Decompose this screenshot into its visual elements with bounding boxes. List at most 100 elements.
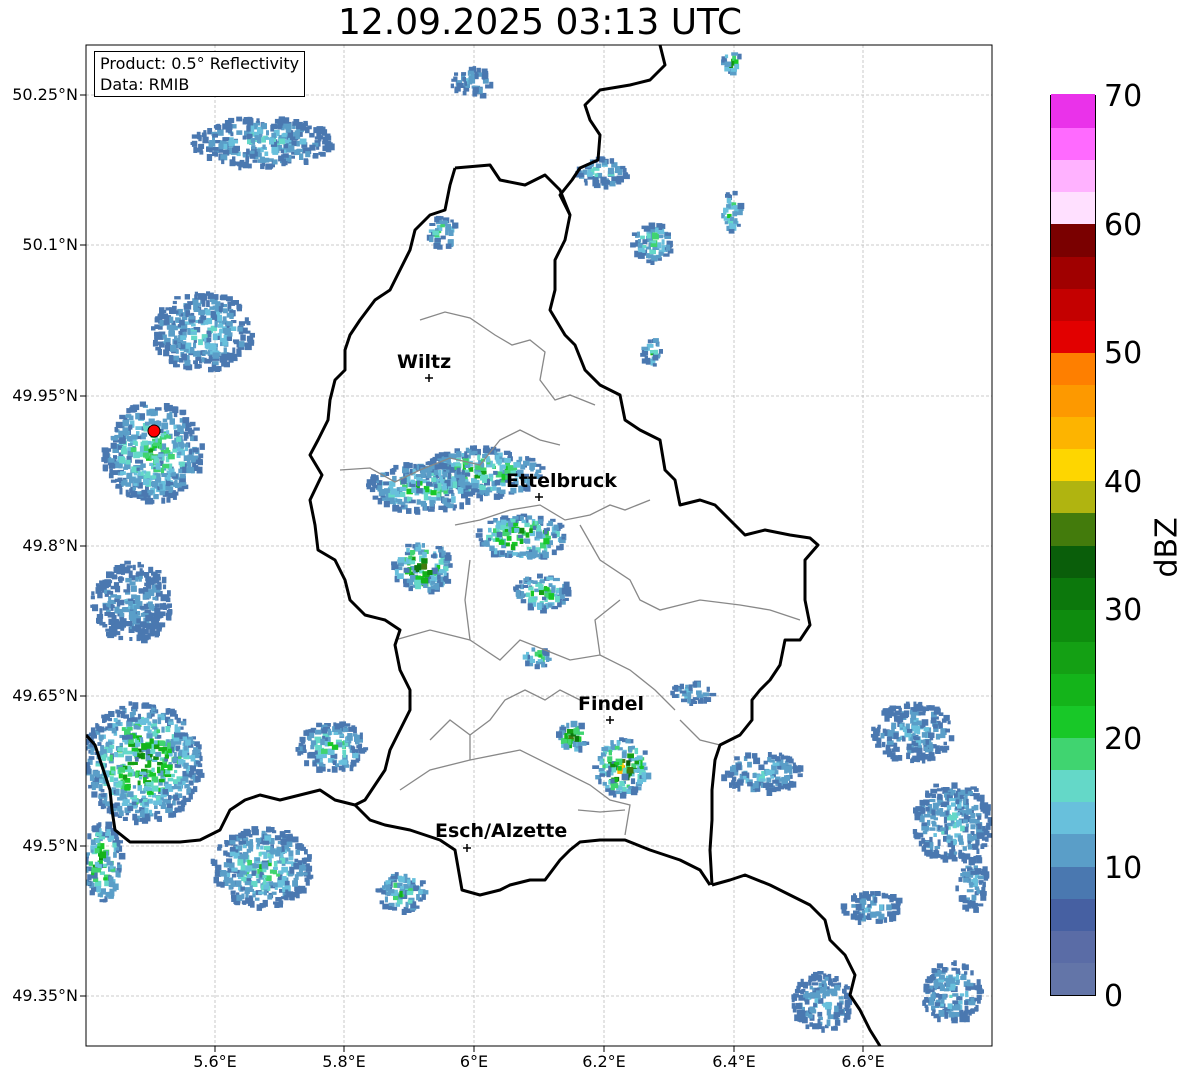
echo-pixel	[123, 466, 128, 470]
echo-pixel	[167, 777, 174, 782]
echo-pixel	[611, 766, 617, 773]
echo-pixel	[198, 453, 204, 459]
echo-pixel	[162, 798, 168, 803]
echo-pixel	[940, 998, 945, 1004]
echo-pixel	[194, 291, 198, 296]
echo-pixel	[187, 328, 191, 335]
echo-pixel	[137, 785, 142, 791]
echo-pixel	[646, 233, 651, 239]
echo-pixel	[177, 343, 181, 349]
echo-pixel	[896, 908, 901, 915]
echo-pixel	[913, 736, 920, 741]
echo-pixel	[113, 852, 117, 858]
echo-pixel	[122, 427, 129, 435]
echo-pixel	[148, 798, 153, 804]
echo-pixel	[943, 851, 948, 858]
echo-pixel	[237, 326, 243, 332]
echo-pixel	[672, 694, 679, 698]
echo-pixel	[122, 816, 128, 821]
echo-pixel	[958, 819, 962, 826]
echo-pixel	[105, 628, 112, 632]
echo-pixel	[229, 862, 235, 869]
echo-pixel	[427, 570, 433, 575]
echo-pixel	[504, 458, 511, 463]
echo-pixel	[254, 135, 259, 141]
echo-pixel	[950, 802, 956, 807]
echo-pixel	[933, 783, 939, 788]
echo-pixel	[183, 431, 189, 437]
echo-pixel	[282, 834, 287, 839]
echo-pixel	[388, 906, 393, 910]
echo-pixel	[394, 569, 399, 576]
echo-pixel	[218, 143, 224, 148]
echo-pixel	[724, 61, 732, 67]
echo-pixel	[578, 172, 584, 177]
echo-pixel	[300, 887, 307, 894]
echo-pixel	[210, 298, 215, 302]
echo-pixel	[182, 781, 186, 785]
echo-pixel	[295, 849, 300, 855]
echo-pixel	[951, 845, 955, 852]
echo-pixel	[566, 729, 574, 734]
echo-pixel	[943, 741, 947, 746]
echo-pixel	[165, 726, 171, 733]
echo-pixel	[292, 121, 299, 126]
echo-pixel	[459, 502, 464, 510]
echo-pixel	[454, 72, 459, 76]
echo-pixel	[477, 528, 483, 533]
echo-pixel	[130, 491, 138, 498]
echo-pixel	[406, 547, 410, 553]
echo-pixel	[474, 71, 478, 78]
echo-pixel	[86, 856, 89, 863]
echo-pixel	[146, 582, 152, 589]
echo-pixel	[153, 442, 160, 447]
echo-pixel	[281, 866, 289, 873]
echo-pixel	[961, 964, 967, 969]
echo-pixel	[797, 773, 803, 778]
echo-pixel	[905, 723, 910, 730]
echo-pixel	[551, 549, 557, 556]
echo-pixel	[513, 522, 519, 527]
echo-pixel	[178, 468, 183, 474]
echo-pixel	[381, 890, 386, 895]
echo-pixel	[724, 221, 728, 225]
echo-pixel	[568, 739, 572, 745]
echo-pixel	[303, 158, 309, 164]
echo-pixel	[197, 135, 202, 140]
echo-pixel	[113, 777, 119, 782]
echo-pixel	[647, 254, 654, 259]
echo-pixel	[126, 472, 133, 480]
echo-pixel	[977, 815, 982, 820]
echo-pixel	[117, 566, 121, 573]
echo-pixel	[118, 852, 126, 860]
echo-pixel	[650, 243, 658, 247]
echo-pixel	[951, 782, 958, 789]
echo-pixel	[256, 126, 262, 131]
echo-pixel	[240, 865, 246, 871]
echo-pixel	[130, 585, 137, 592]
echo-pixel	[206, 317, 213, 325]
echo-pixel	[161, 497, 166, 504]
echo-pixel	[945, 728, 950, 733]
echo-pixel	[791, 998, 795, 1003]
echo-pixel	[122, 799, 127, 806]
echo-pixel	[245, 897, 252, 902]
echo-pixel	[190, 331, 197, 335]
echo-pixel	[777, 765, 782, 770]
echo-pixel	[180, 411, 186, 416]
echo-pixel	[944, 1012, 949, 1019]
echo-pixel	[931, 820, 936, 825]
echo-pixel	[641, 772, 646, 779]
echo-pixel	[447, 498, 452, 503]
echo-pixel	[610, 743, 614, 750]
echo-pixel	[137, 713, 141, 720]
echo-pixel	[422, 894, 426, 900]
echo-pixel	[134, 739, 139, 744]
echo-pixel	[679, 690, 687, 694]
echo-pixel	[273, 901, 277, 905]
echo-pixel	[156, 816, 162, 822]
echo-pixel	[242, 153, 246, 158]
echo-pixel	[414, 506, 420, 514]
echo-pixel	[574, 736, 579, 742]
echo-pixel	[107, 448, 112, 452]
